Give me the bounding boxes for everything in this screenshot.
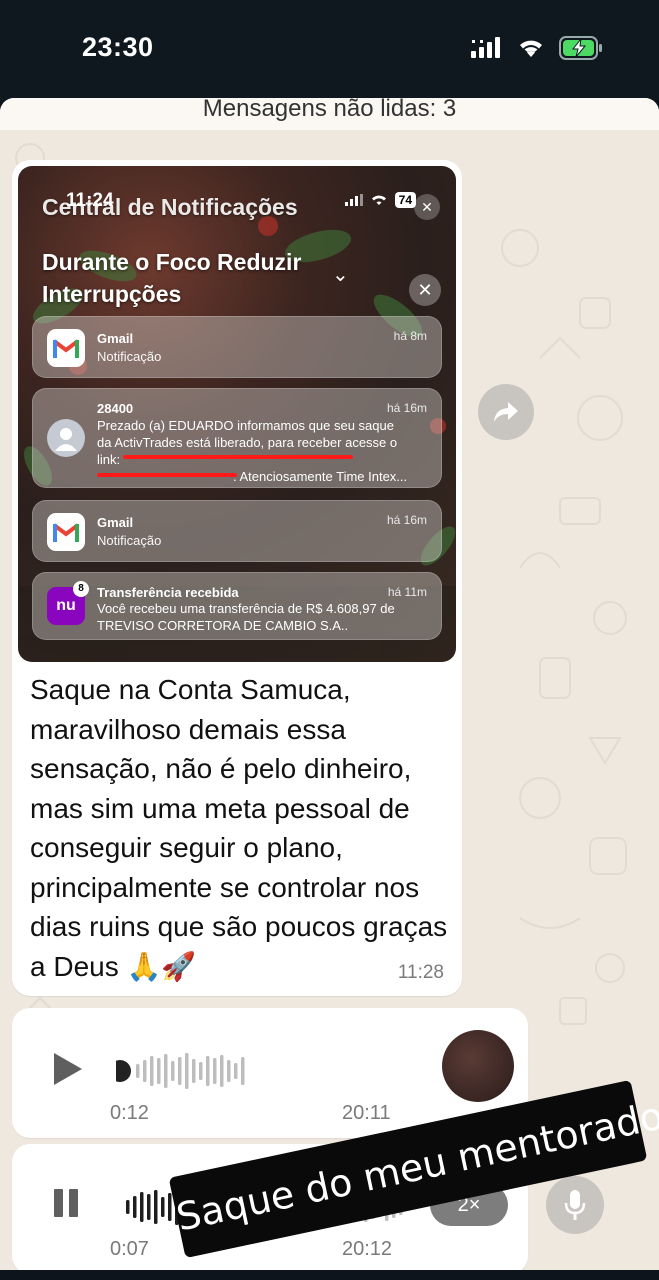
chevron-down-icon: ⌄	[332, 264, 349, 286]
status-bar: 23:30	[0, 0, 659, 100]
signal-icon	[471, 37, 500, 58]
notification-body-line2: da ActivTrades está liberado, para receb…	[97, 435, 398, 450]
chat-area[interactable]: Mensagens não lidas: 3 Central de Notifi…	[0, 98, 659, 1270]
waveform-bar	[171, 1061, 175, 1081]
notification-app: Gmail	[97, 331, 134, 346]
forward-button[interactable]	[478, 384, 534, 440]
waveform-bar	[206, 1056, 210, 1086]
waveform-bar	[220, 1055, 224, 1087]
focus-summary-title: Durante o Foco Reduzir Interrupções	[42, 249, 302, 307]
message-caption: Saque na Conta Samuca, maravilhoso demai…	[30, 674, 448, 982]
voice-time: 20:12	[342, 1238, 393, 1260]
waveform-bar	[157, 1058, 161, 1084]
play-icon	[54, 1053, 82, 1085]
play-button[interactable]	[52, 1052, 84, 1091]
notification-sender: 28400	[97, 401, 134, 416]
status-time: 23:30	[82, 32, 154, 62]
unread-messages-banner: Mensagens não lidas: 3	[0, 98, 659, 130]
notification-subtitle: Notificação	[97, 533, 162, 548]
notification-body-line2: TREVISO CORRETORA DE CAMBIO S.A..	[97, 618, 349, 633]
voice-time: 20:11	[342, 1102, 391, 1124]
battery-charging-icon	[559, 36, 602, 60]
notification-count-badge: 8	[73, 581, 89, 597]
waveform-bar	[227, 1060, 231, 1082]
notification-app: Gmail	[97, 515, 134, 530]
wifi-icon	[371, 195, 386, 205]
notification-nubank: nu 8 Transferência recebida há 11m Você …	[32, 572, 442, 640]
waveform-bar	[164, 1054, 168, 1088]
battery-level: 74	[394, 192, 416, 208]
waveform-bar	[192, 1059, 196, 1083]
notification-time: há 8m	[393, 329, 427, 343]
image-attachment[interactable]: Central de Notificações 11:24 74 ✕ Duran…	[18, 166, 456, 662]
microphone-icon	[564, 1190, 586, 1220]
waveform-bar	[234, 1063, 238, 1079]
voice-duration: 0:07	[110, 1238, 149, 1260]
waveform-bar	[199, 1062, 203, 1080]
notification-time: há 11m	[387, 585, 427, 599]
waveform-bar	[241, 1057, 245, 1085]
pause-icon	[54, 1189, 78, 1217]
notification-time: há 16m	[386, 513, 427, 527]
forward-icon	[494, 402, 518, 422]
screenshot-status-icons: 74	[344, 192, 416, 208]
signal-icon	[344, 194, 363, 206]
waveform-bar	[143, 1060, 147, 1082]
waveform-bar	[178, 1057, 182, 1085]
contact-avatar-icon	[47, 419, 85, 457]
notification-gmail-2: Gmail há 16m Notificação	[32, 500, 442, 562]
notification-subtitle: Notificação	[97, 349, 162, 364]
notification-body-line4: . Atenciosamente Time Intex...	[233, 469, 408, 484]
message-bubble[interactable]: Central de Notificações 11:24 74 ✕ Duran…	[12, 160, 462, 996]
home-indicator	[0, 1270, 659, 1280]
close-icon: ✕	[409, 274, 441, 306]
waveform-bar	[213, 1058, 217, 1084]
nubank-logo-text: nu	[56, 597, 76, 614]
gmail-icon	[47, 329, 85, 367]
notification-body-line1: Você recebeu uma transferência de R$ 4.6…	[97, 601, 395, 616]
redaction-mark	[97, 473, 237, 477]
waveform-bar	[147, 1194, 151, 1220]
notification-body-line1: Prezado (a) EDUARDO informamos que seu s…	[97, 418, 394, 433]
redaction-mark	[123, 455, 353, 459]
gmail-icon	[47, 513, 85, 551]
waveform-bar	[168, 1193, 172, 1221]
screenshot-time: 11:24	[66, 190, 114, 211]
wifi-icon	[520, 40, 542, 57]
pause-button[interactable]	[52, 1188, 80, 1223]
notification-time: há 16m	[386, 401, 427, 415]
waveform-bar	[185, 1053, 189, 1089]
notification-sms: 28400 há 16m Prezado (a) EDUARDO informa…	[32, 388, 442, 488]
waveform-bar	[161, 1197, 165, 1217]
voice-duration: 0:12	[110, 1102, 149, 1124]
close-icon: ✕	[414, 194, 440, 220]
waveform-bar	[150, 1056, 154, 1086]
notification-body-line3: link:	[97, 452, 121, 467]
message-time: 11:28	[397, 962, 444, 983]
notification-title: Transferência recebida	[97, 585, 239, 600]
microphone-button[interactable]	[546, 1176, 604, 1234]
waveform-bar	[126, 1200, 130, 1214]
notification-gmail-1: Gmail há 8m Notificação	[32, 316, 442, 378]
waveform-bar	[140, 1192, 144, 1222]
waveform-bar	[154, 1190, 158, 1224]
audio-waveform[interactable]	[116, 1046, 406, 1096]
status-icons	[471, 36, 603, 60]
avatar	[442, 1030, 514, 1102]
waveform-bar	[133, 1196, 137, 1218]
waveform-bar	[136, 1064, 140, 1078]
